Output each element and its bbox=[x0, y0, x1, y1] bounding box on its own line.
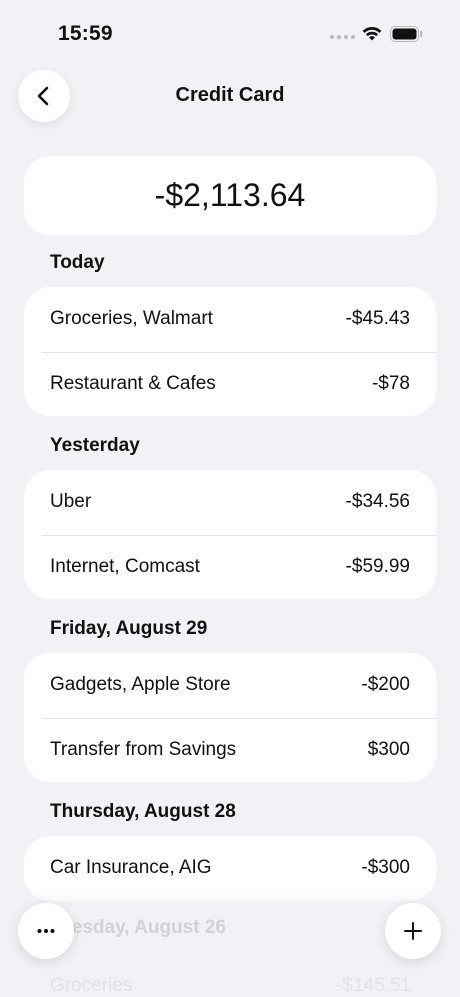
transaction-row[interactable]: Restaurant & Cafes -$78 bbox=[24, 351, 436, 417]
section-header-tuesday: Tuesday, August 26 bbox=[50, 917, 226, 938]
transaction-row[interactable]: Gadgets, Apple Store -$200 bbox=[24, 653, 436, 718]
balance-card: -$2,113.64 bbox=[24, 156, 436, 235]
transaction-amount: -$300 bbox=[361, 857, 410, 879]
add-button[interactable] bbox=[385, 903, 441, 959]
section-header-yesterday: Yesterday bbox=[50, 435, 140, 456]
transaction-label: Gadgets, Apple Store bbox=[50, 674, 231, 696]
page-title: Credit Card bbox=[175, 84, 285, 106]
transaction-group-thursday: Car Insurance, AIG -$300 bbox=[24, 836, 436, 901]
transaction-row[interactable]: Car Insurance, AIG -$300 bbox=[24, 836, 436, 901]
transaction-row[interactable]: Transfer from Savings $300 bbox=[24, 717, 436, 783]
plus-icon bbox=[404, 922, 422, 940]
signal-dots-icon bbox=[330, 35, 355, 39]
transaction-row[interactable]: Groceries -$145.51 bbox=[50, 975, 411, 997]
transaction-amount: -$45.43 bbox=[345, 308, 410, 330]
transaction-amount: -$59.99 bbox=[345, 555, 410, 577]
transaction-row[interactable]: Internet, Comcast -$59.99 bbox=[24, 534, 436, 600]
transaction-label: Transfer from Savings bbox=[50, 738, 237, 760]
transaction-label: Groceries, Walmart bbox=[50, 308, 213, 330]
transaction-row[interactable]: Uber -$34.56 bbox=[24, 470, 436, 535]
section-header-thursday: Thursday, August 28 bbox=[50, 801, 236, 822]
ellipsis-icon bbox=[37, 929, 55, 933]
transaction-label: Groceries bbox=[50, 975, 133, 996]
section-header-today: Today bbox=[50, 252, 105, 273]
transaction-row[interactable]: Groceries, Walmart -$45.43 bbox=[24, 287, 436, 352]
transaction-label: Internet, Comcast bbox=[50, 555, 200, 577]
wifi-icon bbox=[362, 27, 382, 41]
transaction-group-friday: Gadgets, Apple Store -$200 Transfer from… bbox=[24, 653, 436, 782]
transaction-amount: $300 bbox=[367, 738, 410, 760]
battery-icon bbox=[390, 26, 423, 42]
transaction-amount: -$145.51 bbox=[335, 975, 411, 996]
transaction-label: Car Insurance, AIG bbox=[50, 857, 212, 879]
transaction-label: Uber bbox=[50, 491, 92, 513]
transaction-group-yesterday: Uber -$34.56 Internet, Comcast -$59.99 bbox=[24, 470, 436, 599]
transaction-label: Restaurant & Cafes bbox=[50, 372, 216, 394]
transaction-amount: -$34.56 bbox=[345, 491, 410, 513]
transaction-amount: -$78 bbox=[371, 372, 410, 394]
balance-amount: -$2,113.64 bbox=[154, 177, 306, 213]
screen: 15:59 Credit Card -$2,113.64 Today Groce… bbox=[0, 0, 460, 997]
transaction-group-today: Groceries, Walmart -$45.43 Restaurant & … bbox=[24, 287, 436, 416]
status-bar: 15:59 bbox=[0, 0, 460, 62]
more-button[interactable] bbox=[18, 903, 74, 959]
status-time: 15:59 bbox=[58, 22, 113, 45]
transaction-amount: -$200 bbox=[361, 674, 410, 696]
section-header-friday: Friday, August 29 bbox=[50, 618, 208, 639]
